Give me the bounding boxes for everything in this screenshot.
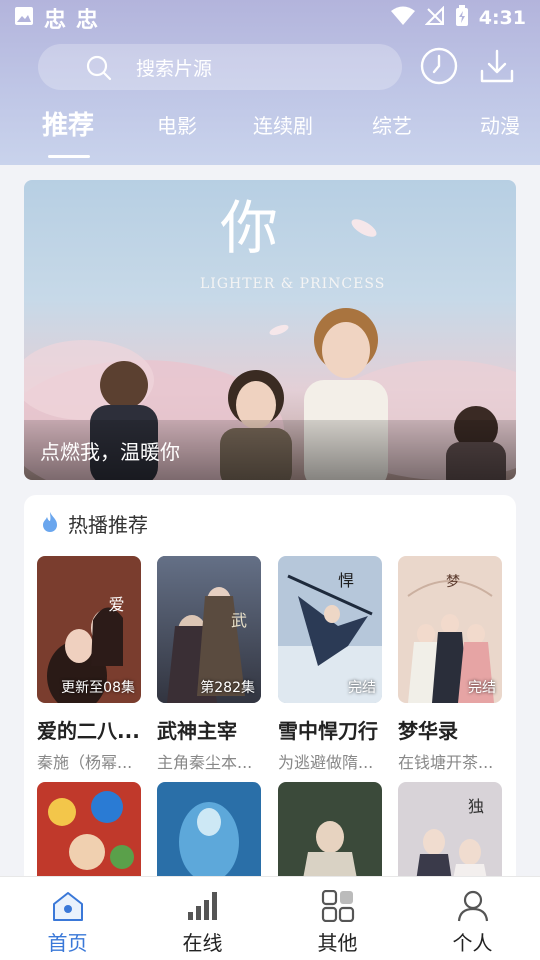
poster-title[interactable]: 雪中悍刀行 [278,715,388,744]
search-placeholder: 搜索片源 [136,57,213,80]
poster-card[interactable]: 武 第282集 [157,556,261,703]
app-notification-icon: 忠 [44,8,67,33]
user-icon [456,890,490,926]
tab-variety[interactable]: 综艺 [372,110,412,139]
poster-card[interactable]: 爱 更新至08集 [37,556,141,703]
poster-title[interactable]: 武神主宰 [157,715,267,744]
poster-description: 主角秦尘本... [157,753,253,772]
tab-anime[interactable]: 动漫 [480,110,520,139]
download-icon[interactable] [478,47,516,89]
nav-home[interactable]: 首页 [0,877,135,960]
home-icon [51,890,85,926]
search-row: 搜索片源 [38,44,518,90]
nav-profile[interactable]: 个人 [405,877,540,960]
hero-banner[interactable]: 你 LIGHTER & PRINCESS 点燃我，温暖你 [24,180,516,480]
bar-chart-icon [186,890,220,926]
tab-series[interactable]: 连续剧 [253,110,313,139]
battery-charging-icon [455,5,469,31]
image-icon [14,6,34,30]
nav-profile-label: 个人 [452,931,493,955]
nav-online[interactable]: 在线 [135,877,270,960]
episode-badge: 更新至08集 [61,680,135,696]
poster-card[interactable]: 梦 完结 [398,556,502,703]
clock-icon[interactable] [420,47,458,89]
status-time: 4:31 [478,7,526,29]
svg-text:武: 武 [231,611,247,630]
svg-text:爱: 爱 [106,596,125,612]
banner-title-art: 你 [220,194,278,262]
svg-text:悍: 悍 [338,571,354,590]
tab-movies[interactable]: 电影 [157,110,197,139]
nav-home-label: 首页 [47,931,88,955]
nav-other[interactable]: 其他 [270,877,405,960]
tab-recommend[interactable]: 推荐 [42,105,94,142]
search-input[interactable]: 搜索片源 [38,44,402,90]
tab-indicator [48,155,90,158]
bottom-navigation: 首页 在线 其他 个人 [0,876,540,960]
status-bar: 忠 忠 4:31 [0,0,540,36]
poster-description: 在钱塘开茶... [398,753,494,772]
banner-caption: 点燃我，温暖你 [24,420,516,480]
signal-off-icon [424,5,445,30]
banner-subtitle-art: LIGHTER & PRINCESS [200,276,385,292]
poster-description: 为逃避做隋... [278,753,374,772]
poster-title[interactable]: 梦华录 [398,715,508,744]
poster-title[interactable]: 爱的二八... [37,715,147,744]
poster-card[interactable]: 悍 完结 [278,556,382,703]
wifi-icon [390,6,415,30]
poster-description: 秦施（杨幂... [37,753,133,772]
hot-recommend-section: 热播推荐 爱 更新至08集 武 第282集 悍 完结 梦 完结 爱的二八... … [24,495,516,895]
episode-badge: 第282集 [200,680,255,696]
episode-badge: 完结 [348,680,376,696]
poster-art-text: 独 [468,797,484,816]
section-title: 热播推荐 [68,513,148,537]
grid-icon [321,889,355,926]
search-icon [86,55,112,85]
nav-other-label: 其他 [317,931,358,955]
section-header: 热播推荐 [40,509,148,538]
episode-badge: 完结 [468,680,496,696]
app-notification-icon: 忠 [76,8,99,33]
nav-online-label: 在线 [182,931,223,955]
flame-icon [40,511,60,537]
svg-text:梦: 梦 [446,574,460,590]
